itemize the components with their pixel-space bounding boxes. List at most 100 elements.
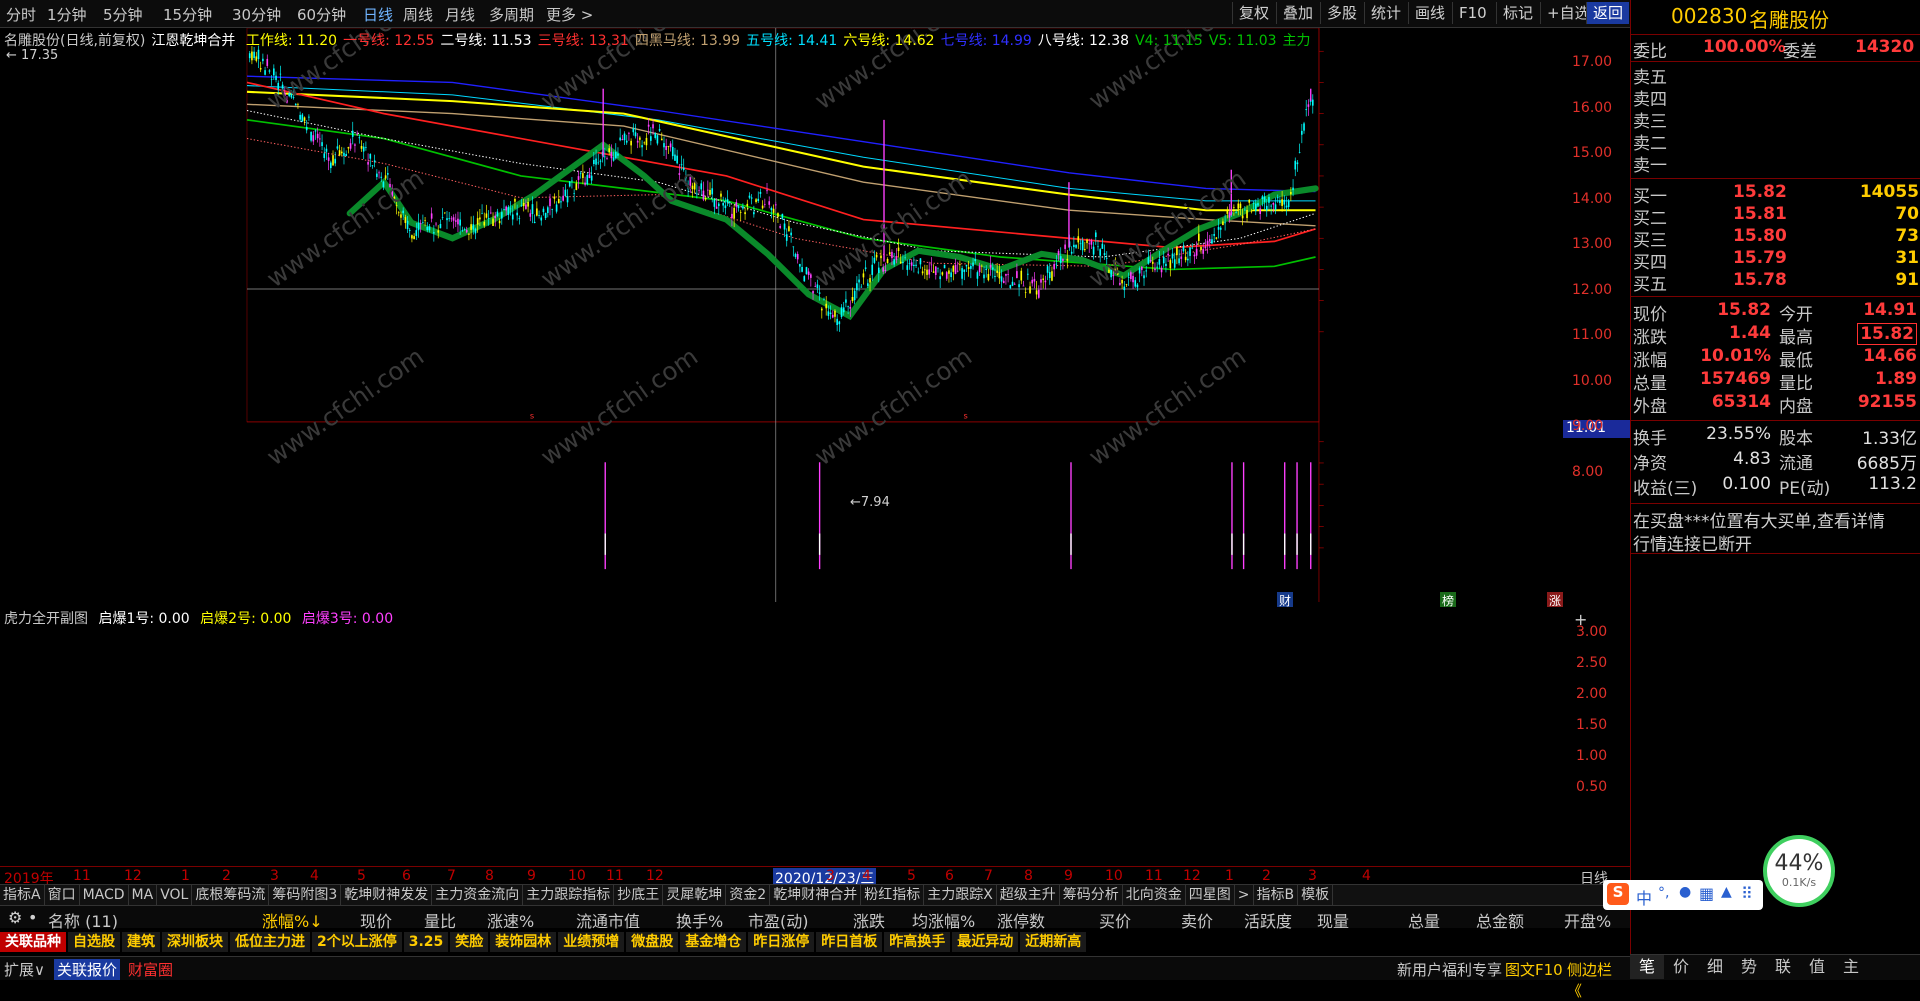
network-speed-widget[interactable]: 44% 0.1K/s — [1763, 835, 1835, 907]
column-header[interactable]: 涨幅%↓ — [262, 908, 323, 932]
indicator-name[interactable]: 江恩乾坤合并 — [151, 33, 235, 49]
indicator-tab[interactable]: 灵犀乾坤 — [663, 885, 727, 905]
kline-chart[interactable]: s swww.cfchi.comwww.cfchi.comwww.cfchi.co… — [0, 28, 1568, 602]
block-tab[interactable]: 建筑 — [122, 932, 160, 952]
new-user-benefit-link[interactable]: 新用户福利专享 — [1397, 959, 1502, 980]
big-order-notice[interactable]: 在买盘***位置有大买单,查看详情 — [1633, 507, 1885, 532]
indicator-tab[interactable]: 模板 — [1298, 885, 1334, 905]
wealth-circle-tab[interactable]: 财富圈 — [128, 959, 173, 980]
sell-level-row[interactable]: 卖五 — [1633, 63, 1919, 88]
detail-tab[interactable]: 值 — [1800, 955, 1834, 979]
period-tab[interactable]: 周线 — [403, 4, 433, 25]
sell-level-row[interactable]: 卖三 — [1633, 107, 1919, 132]
indicator-tab[interactable]: 筹码附图3 — [269, 885, 342, 905]
period-tab[interactable]: 60分钟 — [297, 4, 346, 25]
overlay-button[interactable]: 叠加 — [1276, 2, 1319, 24]
related-quote-tab[interactable]: 关联报价 — [54, 959, 121, 980]
block-tab[interactable]: 昨日首板 — [816, 932, 883, 952]
column-header[interactable]: 均涨幅% — [912, 908, 975, 932]
detail-tab[interactable]: 主 — [1834, 955, 1868, 979]
column-header[interactable]: 市盈(动) — [748, 908, 809, 932]
settings-icon[interactable]: ⚙ — [8, 908, 22, 927]
indicator-tab[interactable]: 筹码分析 — [1060, 885, 1123, 905]
column-header[interactable]: 开盘% — [1564, 908, 1611, 932]
column-header[interactable]: 总量 — [1408, 908, 1440, 932]
block-tab[interactable]: 微盘股 — [626, 932, 679, 952]
column-header[interactable]: 换手% — [676, 908, 723, 932]
indicator-tab[interactable]: MA — [129, 885, 158, 905]
column-header[interactable]: 活跃度 — [1244, 908, 1292, 932]
buy-level-row[interactable]: 买三 15.80 73 — [1633, 226, 1919, 251]
ime-punct-icon[interactable]: °, — [1658, 885, 1669, 901]
block-tab[interactable]: 昨日涨停 — [748, 932, 815, 952]
mark-button[interactable]: 标记 — [1496, 2, 1539, 24]
indicator-tab[interactable]: 主力资金流向 — [432, 885, 524, 905]
indicator-tab[interactable]: 底根筹码流 — [192, 885, 270, 905]
buy-level-row[interactable]: 买五 15.78 91 — [1633, 270, 1919, 295]
indicator-tab[interactable]: VOL — [157, 885, 193, 905]
column-header[interactable]: 总金额 — [1476, 908, 1524, 932]
block-tab[interactable]: 基金增仓 — [680, 932, 747, 952]
indicator-tab[interactable]: 超级主升 — [997, 885, 1060, 905]
sub-indicator-name[interactable]: 虎力全开副图 — [4, 611, 88, 627]
column-header[interactable]: 名称 (11) — [48, 908, 118, 932]
block-tab[interactable]: 自选股 — [68, 932, 120, 952]
indicator-tab[interactable]: 乾坤财神发发 — [341, 885, 433, 905]
column-header[interactable]: 买价 — [1099, 908, 1131, 932]
fuquan-button[interactable]: 复权 — [1232, 2, 1275, 24]
indicator-tab[interactable]: 北向资金 — [1123, 885, 1186, 905]
indicator-tab[interactable]: 四星图 — [1186, 885, 1235, 905]
block-tab[interactable]: 低位主力进 — [230, 932, 310, 952]
block-tab[interactable]: 3.25 — [403, 932, 449, 952]
pin-icon[interactable]: • — [28, 908, 37, 927]
stats-button[interactable]: 统计 — [1364, 2, 1407, 24]
indicator-tab[interactable]: 指标A — [0, 885, 45, 905]
buy-level-row[interactable]: 买四 15.79 31 — [1633, 248, 1919, 273]
sell-level-row[interactable]: 卖二 — [1633, 129, 1919, 154]
block-tab[interactable]: 最近异动 — [952, 932, 1019, 952]
indicator-tab[interactable]: 窗口 — [45, 885, 80, 905]
multi-stock-button[interactable]: 多股 — [1320, 2, 1363, 24]
keyboard-icon[interactable]: ▦ — [1699, 884, 1714, 903]
period-tab[interactable]: 月线 — [445, 4, 475, 25]
detail-tab[interactable]: 细 — [1698, 955, 1732, 979]
detail-tab[interactable]: 价 — [1664, 955, 1698, 979]
block-tab[interactable]: 装饰园林 — [490, 932, 557, 952]
buy-level-row[interactable]: 买二 15.81 70 — [1633, 204, 1919, 229]
period-tab[interactable]: 多周期 — [489, 4, 534, 25]
sogou-icon[interactable]: S — [1607, 883, 1629, 905]
block-tab[interactable]: 近期新高 — [1020, 932, 1087, 952]
block-tab[interactable]: 2个以上涨停 — [312, 932, 402, 952]
period-tab[interactable]: 1分钟 — [47, 4, 87, 25]
skin-icon[interactable]: ▲ — [1721, 884, 1732, 900]
grid-menu-icon[interactable]: ⠿ — [1741, 884, 1753, 903]
period-more[interactable]: 更多 > — [546, 4, 593, 25]
finance-marker[interactable]: 财 — [1277, 592, 1293, 608]
sidebar-toggle[interactable]: 侧边栏 《 — [1567, 959, 1630, 1001]
indicator-tab[interactable]: 主力跟踪X — [924, 885, 997, 905]
detail-tab[interactable]: 笔 — [1630, 955, 1664, 979]
sell-level-row[interactable]: 卖四 — [1633, 85, 1919, 110]
column-header[interactable]: 涨速% — [487, 908, 534, 932]
column-header[interactable]: 流通市值 — [576, 908, 640, 932]
block-tab[interactable]: 昨高换手 — [884, 932, 951, 952]
block-tab[interactable]: 关联品种 — [0, 932, 66, 952]
indicator-tab[interactable]: 指标B — [1254, 885, 1299, 905]
column-header[interactable]: 卖价 — [1181, 908, 1213, 932]
microphone-icon[interactable]: ● — [1679, 884, 1691, 900]
ime-toolbar[interactable]: S 中 °, ● ▦ ▲ ⠿ — [1603, 880, 1763, 910]
sell-level-row[interactable]: 卖一 — [1633, 151, 1919, 176]
indicator-tab[interactable]: MACD — [80, 885, 129, 905]
detail-tab[interactable]: 势 — [1732, 955, 1766, 979]
indicator-tab[interactable]: 粉红指标 — [861, 885, 925, 905]
add-subchart-plus[interactable]: + — [1574, 610, 1587, 629]
detail-tab[interactable]: 联 — [1766, 955, 1800, 979]
column-header[interactable]: 涨停数 — [997, 908, 1045, 932]
column-header[interactable]: 现价 — [360, 908, 392, 932]
block-tab[interactable]: 笑脸 — [450, 932, 489, 952]
indicator-tab[interactable]: 主力跟踪指标 — [523, 885, 615, 905]
period-tab-daily[interactable]: 日线 — [363, 4, 393, 25]
limit-up-marker[interactable]: 涨 — [1547, 592, 1563, 608]
column-header[interactable]: 量比 — [424, 908, 456, 932]
back-button[interactable]: 返回 — [1586, 2, 1630, 24]
